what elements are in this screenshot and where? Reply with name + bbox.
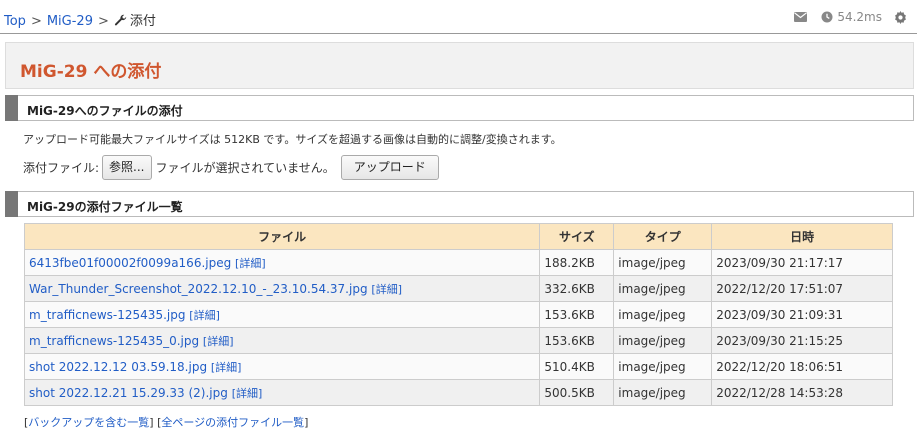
file-cell: War_Thunder_Screenshot_2022.12.10_-_23.1… [23, 275, 541, 302]
detail-link[interactable]: [詳細] [211, 361, 242, 374]
table-row: 6413fbe01f00002f0099a166.jpeg [詳細] 188.2K… [23, 249, 893, 276]
page-title-box: MiG-29 への添付 [5, 42, 914, 89]
browse-button[interactable]: 参照... [102, 155, 152, 180]
clock-icon [821, 11, 833, 23]
upload-size-note: アップロード可能最大ファイルサイズは 512KB です。サイズを超過する画像は自… [23, 133, 562, 146]
file-link[interactable]: shot 2022.12.12 03.59.18.jpg [29, 360, 207, 374]
detail-link[interactable]: [詳細] [189, 309, 220, 322]
file-cell: 6413fbe01f00002f0099a166.jpeg [詳細] [23, 249, 541, 276]
list-section-header: MiG-29の添付ファイル一覧 [5, 191, 914, 217]
file-type: image/jpeg [613, 301, 713, 328]
file-size: 510.4KB [539, 353, 615, 380]
file-type: image/jpeg [613, 327, 713, 354]
attachment-table: ファイル サイズ タイプ 日時 6413fbe01f00002f0099a166… [23, 223, 893, 406]
backup-list-link[interactable]: バックアップを含む一覧 [28, 416, 149, 429]
file-size: 500.5KB [539, 379, 615, 406]
file-cell: shot 2022.12.12 03.59.18.jpg [詳細] [23, 353, 541, 380]
detail-link[interactable]: [詳細] [203, 335, 234, 348]
breadcrumb-page-link[interactable]: MiG-29 [47, 14, 93, 29]
column-header-size: サイズ [539, 223, 615, 250]
file-size: 188.2KB [539, 249, 615, 276]
top-bar: Top > MiG-29 > 添付 54.2ms [0, 0, 917, 34]
file-link[interactable]: War_Thunder_Screenshot_2022.12.10_-_23.1… [29, 282, 368, 296]
file-cell: shot 2022.12.21 15.29.33 (2).jpg [詳細] [23, 379, 541, 406]
file-cell: m_trafficnews-125435_0.jpg [詳細] [23, 327, 541, 354]
file-size: 153.6KB [539, 327, 615, 354]
file-link[interactable]: shot 2022.12.21 15.29.33 (2).jpg [29, 386, 228, 400]
top-right-tools: 54.2ms [794, 10, 907, 24]
file-link[interactable]: m_trafficnews-125435_0.jpg [29, 334, 199, 348]
breadcrumb-separator: > [30, 14, 42, 29]
gear-icon[interactable] [894, 10, 907, 24]
file-date: 2022/12/28 14:53:28 [711, 379, 893, 406]
wrench-icon [114, 14, 127, 26]
breadcrumb-current: 添付 [129, 14, 156, 29]
list-section-title: MiG-29の添付ファイル一覧 [27, 200, 183, 214]
table-header-row: ファイル サイズ タイプ 日時 [23, 223, 893, 250]
breadcrumb-top-link[interactable]: Top [4, 14, 26, 29]
upload-section-header: MiG-29へのファイルの添付 [5, 95, 914, 121]
file-type: image/jpeg [613, 275, 713, 302]
mail-icon[interactable] [794, 12, 808, 22]
file-type: image/jpeg [613, 353, 713, 380]
file-input-label: 添付ファイル: [23, 161, 100, 175]
bottom-links: [バックアップを含む一覧] [全ページの添付ファイル一覧] [24, 416, 309, 429]
detail-link[interactable]: [詳細] [232, 387, 263, 400]
table-row: shot 2022.12.12 03.59.18.jpg [詳細] 510.4KB… [23, 353, 893, 380]
file-link[interactable]: m_trafficnews-125435.jpg [29, 308, 185, 322]
detail-link[interactable]: [詳細] [371, 283, 402, 296]
file-cell: m_trafficnews-125435.jpg [詳細] [23, 301, 541, 328]
no-file-selected-text: ファイルが選択されていません。 [155, 161, 335, 175]
file-date: 2023/09/30 21:17:17 [711, 249, 893, 276]
response-time: 54.2ms [837, 10, 882, 24]
column-header-date: 日時 [711, 223, 893, 250]
file-link[interactable]: 6413fbe01f00002f0099a166.jpeg [29, 256, 231, 270]
section-marker [5, 95, 18, 121]
column-header-type: タイプ [613, 223, 713, 250]
table-row: m_trafficnews-125435.jpg [詳細] 153.6KB imag… [23, 301, 893, 328]
file-date: 2022/12/20 17:51:07 [711, 275, 893, 302]
file-size: 153.6KB [539, 301, 615, 328]
file-date: 2022/12/20 18:06:51 [711, 353, 893, 380]
file-date: 2023/09/30 21:09:31 [711, 301, 893, 328]
section-marker [5, 191, 18, 217]
breadcrumb: Top > MiG-29 > 添付 [4, 10, 156, 29]
page-title: MiG-29 への添付 [20, 62, 162, 82]
upload-section-title: MiG-29へのファイルの添付 [27, 104, 183, 118]
file-type: image/jpeg [613, 249, 713, 276]
breadcrumb-separator: > [97, 14, 109, 29]
upload-form: 添付ファイル: 参照... ファイルが選択されていません。 アップロード [23, 155, 439, 180]
file-size: 332.6KB [539, 275, 615, 302]
column-header-file: ファイル [23, 223, 541, 250]
file-type: image/jpeg [613, 379, 713, 406]
detail-link[interactable]: [詳細] [235, 257, 266, 270]
file-date: 2023/09/30 21:15:25 [711, 327, 893, 354]
table-row: shot 2022.12.21 15.29.33 (2).jpg [詳細] 500… [23, 379, 893, 406]
table-row: War_Thunder_Screenshot_2022.12.10_-_23.1… [23, 275, 893, 302]
upload-button[interactable]: アップロード [340, 155, 439, 180]
all-attachments-link[interactable]: 全ページの添付ファイル一覧 [161, 416, 304, 429]
table-row: m_trafficnews-125435_0.jpg [詳細] 153.6KB im… [23, 327, 893, 354]
